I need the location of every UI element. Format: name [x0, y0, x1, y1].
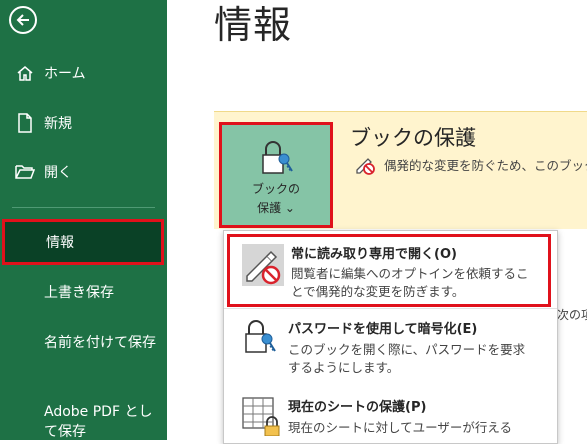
nav-info[interactable]: 情報	[2, 219, 164, 265]
nav-open-label: 開く	[44, 165, 72, 181]
pencil-no-icon	[354, 153, 376, 179]
menu-item-read-only-title: 常に読み取り専用で開く(O)	[291, 247, 457, 262]
lock-key-icon	[242, 317, 278, 361]
nav-new[interactable]: 新規	[0, 103, 167, 143]
protect-button-label-2: 保護 ⌄	[257, 201, 295, 215]
sheet-lock-icon	[241, 396, 281, 440]
protect-description: 偶発的な変更を防ぐため、このブック	[384, 158, 587, 173]
nav-info-label: 情報	[46, 235, 74, 251]
nav-save-as[interactable]: 名前を付けて保存	[44, 333, 159, 353]
menu-item-encrypt[interactable]: パスワードを使用して暗号化(E) このブックを開く際に、パスワードを要求するよう…	[224, 311, 557, 383]
nav-divider	[12, 207, 155, 208]
home-icon	[14, 64, 36, 82]
protect-title: ブックの保護	[350, 126, 476, 150]
nav-adobe-pdf-label: Adobe PDF として保存	[44, 404, 153, 440]
nav-adobe-pdf[interactable]: Adobe PDF として保存	[44, 402, 159, 442]
pencil-no-icon	[241, 243, 285, 291]
nav-home-label: ホーム	[44, 66, 86, 82]
menu-item-read-only[interactable]: 常に読み取り専用で開く(O) 閲覧者に編集へのオプトインを依頼することで偶発的な…	[227, 234, 551, 307]
partial-text: 次の項	[557, 308, 587, 322]
backstage-sidebar: ホーム 新規 開く 情報 上書き保存 名前を付けて保存 Adobe PDF とし…	[0, 0, 167, 440]
nav-save-as-label: 名前を付けて保存	[44, 335, 156, 351]
nav-new-label: 新規	[44, 116, 72, 132]
menu-item-protect-sheet-title: 現在のシートの保護(P)	[288, 400, 427, 415]
nav-save[interactable]: 上書き保存	[0, 272, 167, 312]
menu-item-encrypt-desc: このブックを開く際に、パスワードを要求するようにします。	[288, 342, 526, 375]
menu-separator	[224, 308, 557, 309]
nav-open[interactable]: 開く	[0, 152, 167, 192]
lock-key-icon	[260, 139, 294, 181]
new-document-icon	[14, 113, 36, 133]
menu-item-protect-sheet[interactable]: 現在のシートの保護(P) 現在のシートに対してユーザーが行える	[224, 389, 557, 443]
menu-item-read-only-desc: 閲覧者に編集へのオプトインを依頼することで偶発的な変更を防ぎます。	[291, 266, 529, 299]
nav-home[interactable]: ホーム	[0, 53, 167, 93]
page-title: 情報	[214, 3, 293, 47]
protect-dropdown-menu: 常に読み取り専用で開く(O) 閲覧者に編集へのオプトインを依頼することで偶発的な…	[223, 230, 558, 444]
protect-workbook-button[interactable]: ブックの 保護 ⌄	[219, 122, 333, 228]
nav-save-label: 上書き保存	[44, 285, 114, 301]
back-arrow-icon[interactable]	[9, 6, 37, 34]
folder-open-icon	[14, 164, 36, 180]
menu-item-protect-sheet-desc: 現在のシートに対してユーザーが行える	[288, 420, 513, 435]
protect-button-label-1: ブックの	[251, 182, 300, 196]
menu-item-encrypt-title: パスワードを使用して暗号化(E)	[288, 322, 478, 337]
